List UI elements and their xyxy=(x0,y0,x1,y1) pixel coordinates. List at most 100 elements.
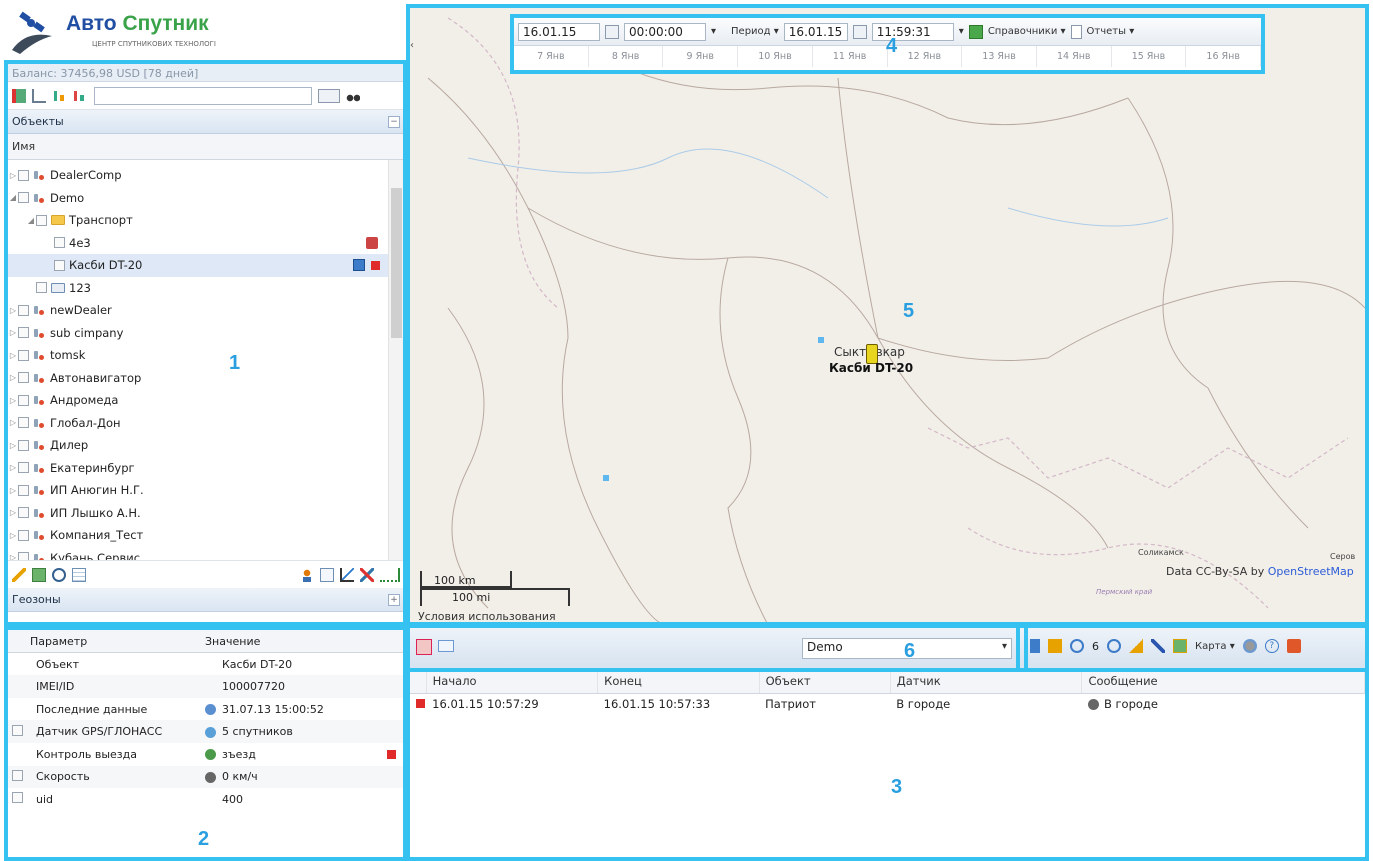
tree-checkbox[interactable] xyxy=(18,349,29,361)
timeline-day[interactable]: 16 Янв xyxy=(1186,46,1262,67)
person-search-icon[interactable] xyxy=(300,567,314,582)
report-icon[interactable] xyxy=(320,567,334,582)
objects-search-input[interactable] xyxy=(94,86,312,105)
tree-arrow-icon[interactable]: ▷ xyxy=(8,531,18,540)
tree-collapse-icon[interactable] xyxy=(32,88,46,103)
mail-icon[interactable] xyxy=(438,640,454,652)
param-row[interactable]: uid 400 xyxy=(8,788,404,811)
tree-item[interactable]: ▷ Глобал-Дон xyxy=(8,412,404,435)
tree-checkbox[interactable] xyxy=(54,237,65,249)
param-row[interactable]: Последние данные 31.07.13 15:00:52 xyxy=(8,698,404,721)
map-type-icon[interactable] xyxy=(1173,639,1187,653)
tree-item[interactable]: ▷ DealerComp xyxy=(8,164,404,187)
attribution-link[interactable]: OpenStreetMap xyxy=(1268,565,1354,578)
timeline-day[interactable]: 12 Янв xyxy=(888,46,963,67)
tree-scrollbar[interactable] xyxy=(388,160,404,560)
vehicle-label[interactable]: Касби DT-20 xyxy=(829,361,913,375)
tree-checkbox[interactable] xyxy=(18,507,29,519)
map-marker-small[interactable] xyxy=(603,475,609,481)
param-row[interactable]: Объект Касби DT-20 xyxy=(8,653,404,676)
event-column-header[interactable]: Датчик xyxy=(890,669,1083,694)
time-from-dropdown-icon[interactable]: ▾ xyxy=(711,26,716,37)
directories-menu[interactable]: Справочники ▾ xyxy=(988,26,1066,37)
timeline-day[interactable]: 10 Янв xyxy=(738,46,813,67)
tree-checkbox[interactable] xyxy=(18,327,29,339)
tree-checkbox[interactable] xyxy=(18,484,29,496)
tree-arrow-icon[interactable]: ▷ xyxy=(8,463,18,472)
time-from-input[interactable]: 00:00:00 xyxy=(624,22,706,41)
crosshair-icon[interactable] xyxy=(52,567,66,582)
power-icon[interactable] xyxy=(1286,639,1301,653)
terms-link[interactable]: Условия использования xyxy=(418,610,556,623)
map-marker-small[interactable] xyxy=(818,337,824,343)
tree-arrow-icon[interactable]: ▷ xyxy=(8,553,18,560)
tree-checkbox[interactable] xyxy=(18,372,29,384)
properties-icon[interactable] xyxy=(1048,639,1062,653)
sort-down-icon[interactable] xyxy=(72,88,86,103)
tree-arrow-icon[interactable]: ▷ xyxy=(8,306,18,315)
timeline-day[interactable]: 15 Янв xyxy=(1112,46,1187,67)
calendar-icon[interactable] xyxy=(852,24,867,39)
tree-checkbox[interactable] xyxy=(18,552,29,560)
objects-header[interactable]: Объекты − xyxy=(8,110,404,134)
param-row[interactable]: Скорость 0 км/ч xyxy=(8,765,404,789)
timeline-day[interactable]: 8 Янв xyxy=(589,46,664,67)
tree-arrow-icon[interactable]: ▷ xyxy=(8,441,18,450)
tree-item[interactable]: ▷ Компания_Тест xyxy=(8,524,404,547)
document-icon[interactable] xyxy=(1070,24,1082,39)
event-row[interactable]: 16.01.15 10:57:29 16.01.15 10:57:33 Патрио… xyxy=(408,693,1365,715)
help-icon[interactable]: ? xyxy=(1264,639,1279,653)
tree-arrow-icon[interactable]: ◢ xyxy=(8,193,18,202)
tree-arrow-icon[interactable]: ▷ xyxy=(8,373,18,382)
tree-arrow-icon[interactable]: ▷ xyxy=(8,328,18,337)
tree-arrow-icon[interactable]: ▷ xyxy=(8,351,18,360)
tree-checkbox[interactable] xyxy=(18,394,29,406)
tree-item[interactable]: ◢ Транспорт xyxy=(8,209,404,232)
param-row[interactable]: Контроль выезда зъезд xyxy=(8,743,404,766)
scrollbar-thumb[interactable] xyxy=(391,188,402,338)
tree-item[interactable]: ▷ Екатеринбург xyxy=(8,457,404,480)
settings-icon[interactable] xyxy=(1242,639,1257,653)
chart-icon[interactable] xyxy=(340,567,354,582)
tree-checkbox[interactable] xyxy=(54,259,65,271)
track-icon[interactable] xyxy=(380,567,400,582)
tree-item[interactable]: ◢ Demo xyxy=(8,187,404,210)
tree-item[interactable]: ▷ ИП Анюгин Н.Г. xyxy=(8,479,404,502)
ruler-icon[interactable] xyxy=(1129,639,1143,653)
alarm-icon[interactable] xyxy=(416,639,432,655)
binoculars-icon[interactable] xyxy=(346,88,360,103)
tree-checkbox[interactable] xyxy=(18,439,29,451)
table-icon[interactable] xyxy=(72,567,86,582)
filter-dropdown-icon[interactable] xyxy=(318,88,340,103)
date-from-input[interactable]: 16.01.15 xyxy=(518,22,600,41)
timeline-day[interactable]: 11 Янв xyxy=(813,46,888,67)
tree-checkbox[interactable] xyxy=(18,529,29,541)
tree-arrow-icon[interactable]: ▷ xyxy=(8,508,18,517)
object-select-dropdown-icon[interactable]: ▾ xyxy=(1002,641,1007,652)
geozones-header[interactable]: Геозоны + xyxy=(8,588,404,612)
tree-item[interactable]: ▷ Автонавигатор xyxy=(8,367,404,390)
vehicle-status-icon[interactable] xyxy=(353,259,365,272)
tree-checkbox[interactable] xyxy=(18,417,29,429)
tree-checkbox[interactable] xyxy=(18,304,29,316)
tree-item[interactable]: ▷ sub cimpany xyxy=(8,322,404,345)
expand-icon[interactable]: + xyxy=(388,593,400,606)
map-type-menu[interactable]: Карта ▾ xyxy=(1195,641,1235,652)
tree-arrow-icon[interactable]: ◢ xyxy=(26,216,36,225)
param-checkbox[interactable] xyxy=(12,792,23,804)
book-icon[interactable] xyxy=(968,24,983,39)
tree-item[interactable]: Касби DT-20 xyxy=(8,254,404,277)
param-checkbox[interactable] xyxy=(12,769,23,781)
collapse-icon[interactable]: − xyxy=(388,115,400,128)
tree-checkbox[interactable] xyxy=(36,214,47,226)
column-header-name[interactable]: Имя xyxy=(8,134,404,160)
time-to-input[interactable]: 11:59:31 xyxy=(871,22,954,41)
collapse-left-icon[interactable]: ‹ xyxy=(410,40,414,51)
zoom-out-icon[interactable] xyxy=(1107,639,1121,653)
tree-item[interactable]: ▷ Кубань Сервис xyxy=(8,547,404,560)
sort-up-icon[interactable] xyxy=(52,88,66,103)
timeline-day[interactable]: 13 Янв xyxy=(962,46,1037,67)
tree-item[interactable]: ▷ Андромеда xyxy=(8,389,404,412)
param-column-header[interactable]: Параметр xyxy=(30,630,205,654)
param-row[interactable]: Датчик GPS/ГЛОНАСС 5 спутников xyxy=(8,720,404,743)
